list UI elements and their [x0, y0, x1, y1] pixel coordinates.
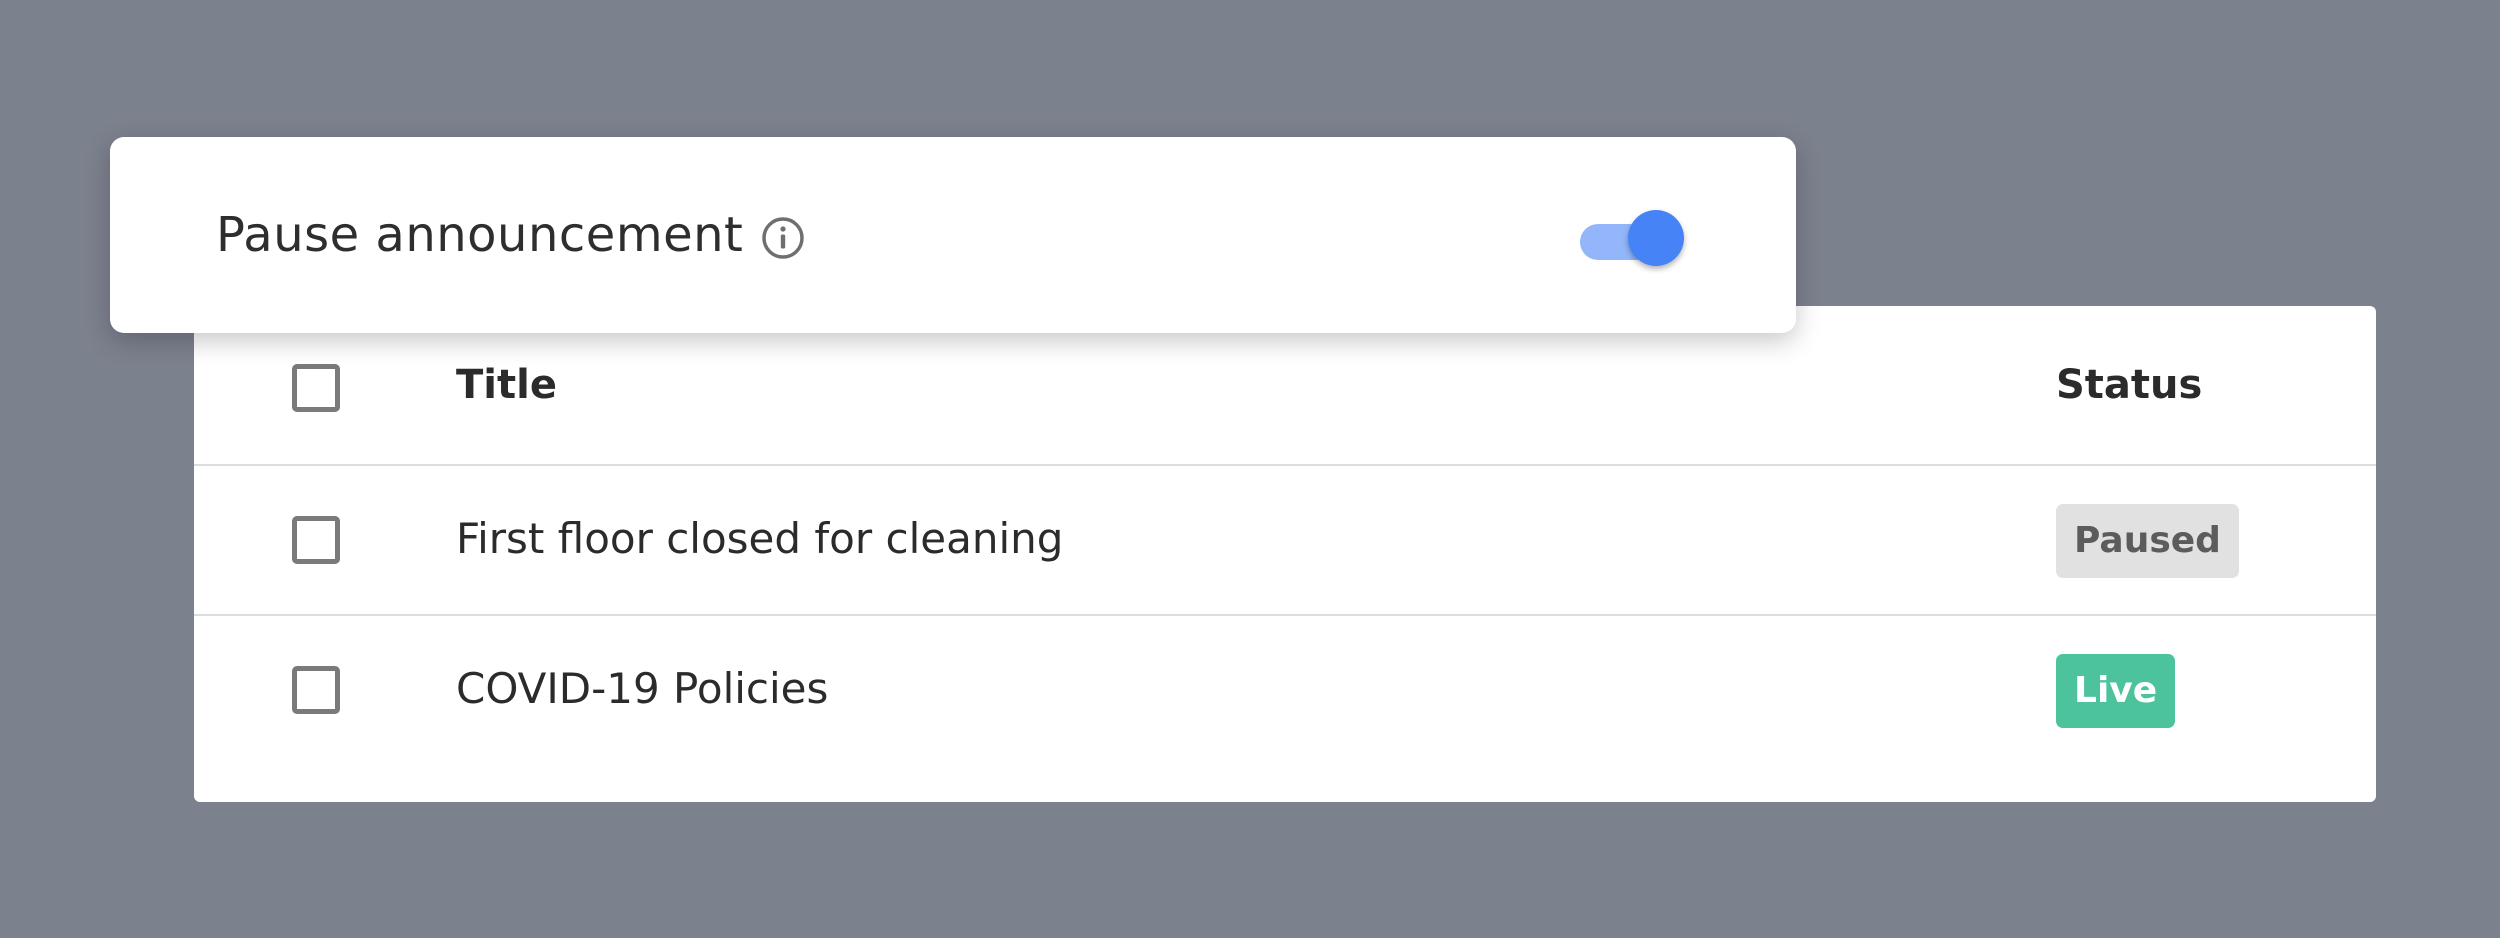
announcement-title[interactable]: COVID-19 Policies: [456, 664, 828, 713]
info-icon[interactable]: [760, 215, 806, 261]
toggle-knob[interactable]: [1628, 210, 1684, 266]
pause-announcement-toggle[interactable]: [1572, 210, 1692, 266]
row-checkbox[interactable]: [292, 666, 340, 714]
column-header-status[interactable]: Status: [2056, 362, 2202, 408]
column-header-title[interactable]: Title: [456, 362, 557, 408]
status-badge: Live: [2056, 654, 2176, 728]
status-badge: Paused: [2056, 504, 2239, 578]
table-row[interactable]: First floor closed for cleaning Paused: [194, 464, 2376, 616]
select-all-checkbox[interactable]: [292, 364, 340, 412]
row-checkbox[interactable]: [292, 516, 340, 564]
announcement-title[interactable]: First floor closed for cleaning: [456, 514, 1063, 563]
table-row[interactable]: COVID-19 Policies Live: [194, 614, 2376, 766]
pause-announcement-label: Pause announcement: [216, 207, 744, 263]
announcements-table: Title Status First floor closed for clea…: [194, 306, 2376, 802]
pause-announcement-card: Pause announcement: [110, 137, 1796, 333]
